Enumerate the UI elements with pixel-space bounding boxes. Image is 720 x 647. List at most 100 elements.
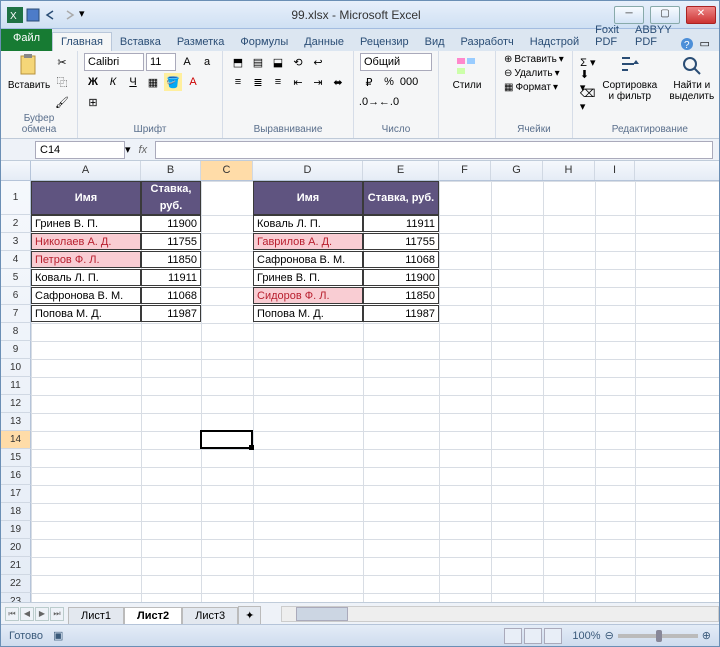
formula-input[interactable] [155, 141, 713, 159]
cell[interactable]: 11755 [141, 233, 201, 250]
cells-area[interactable]: ИмяСтавка, руб.Гринев В. П.11900Николаев… [31, 181, 719, 602]
cell[interactable]: 11900 [363, 269, 439, 286]
row-header-4[interactable]: 4 [1, 251, 31, 269]
select-all-corner[interactable] [1, 161, 31, 180]
tab-review[interactable]: Рецензир [352, 33, 417, 51]
sheet-nav-last[interactable]: ⏭ [50, 607, 64, 621]
fx-icon[interactable]: fx [139, 144, 148, 156]
orientation-icon[interactable]: ⟲ [289, 53, 307, 71]
col-header-C[interactable]: C [201, 161, 253, 180]
view-pagebreak[interactable] [544, 628, 562, 644]
cell[interactable]: 11068 [363, 251, 439, 268]
row-header-12[interactable]: 12 [1, 395, 31, 413]
cell[interactable]: 11900 [141, 215, 201, 232]
row-header-11[interactable]: 11 [1, 377, 31, 395]
namebox-dropdown-icon[interactable]: ▾ [125, 143, 131, 156]
row-header-16[interactable]: 16 [1, 467, 31, 485]
insert-cells[interactable]: ⊕Вставить ▾ [502, 53, 566, 66]
align-center-icon[interactable]: ≣ [249, 73, 267, 91]
clear-icon[interactable]: ⌫ ▾ [579, 91, 597, 109]
row-header-19[interactable]: 19 [1, 521, 31, 539]
row-header-18[interactable]: 18 [1, 503, 31, 521]
dec-decimal-icon[interactable]: ←.0 [380, 93, 398, 111]
percent-icon[interactable]: % [380, 73, 398, 91]
row-header-5[interactable]: 5 [1, 269, 31, 287]
shrink-font-icon[interactable]: a [198, 53, 216, 71]
align-right-icon[interactable]: ≡ [269, 73, 287, 91]
currency-icon[interactable]: ₽ [360, 73, 378, 91]
cell[interactable]: Ставка, руб. [141, 181, 201, 215]
undo-icon[interactable] [43, 7, 59, 23]
cell[interactable]: 11987 [141, 305, 201, 322]
styles-button[interactable]: Стили [445, 53, 489, 92]
cell[interactable]: 11850 [363, 287, 439, 304]
tab-view[interactable]: Вид [417, 33, 453, 51]
tab-home[interactable]: Главная [52, 32, 112, 51]
fill-color-icon[interactable]: 🪣 [164, 73, 182, 91]
cell[interactable]: Сафронова В. М. [253, 251, 363, 268]
indent-inc-icon[interactable]: ⇥ [309, 73, 327, 91]
col-header-I[interactable]: I [595, 161, 635, 180]
col-header-D[interactable]: D [253, 161, 363, 180]
italic-icon[interactable]: К [104, 73, 122, 91]
merge-icon[interactable]: ⬌ [329, 73, 347, 91]
underline-icon[interactable]: Ч [124, 73, 142, 91]
row-header-21[interactable]: 21 [1, 557, 31, 575]
tab-layout[interactable]: Разметка [169, 33, 233, 51]
file-tab[interactable]: Файл [1, 29, 52, 51]
horizontal-scrollbar[interactable] [281, 606, 719, 622]
row-header-14[interactable]: 14 [1, 431, 31, 449]
tab-abbyy[interactable]: ABBYY PDF [627, 21, 680, 51]
zoom-out[interactable]: ⊖ [605, 629, 614, 642]
sheet-tab-2[interactable]: Лист2 [124, 607, 182, 624]
format-cells[interactable]: ▦Формат ▾ [502, 81, 560, 94]
font-color-icon[interactable]: A [184, 73, 202, 91]
cell[interactable]: Попова М. Д. [31, 305, 141, 322]
help-icon[interactable]: ? [680, 37, 694, 51]
cell[interactable]: Имя [253, 181, 363, 215]
cell[interactable]: Петров Ф. Л. [31, 251, 141, 268]
tab-insert[interactable]: Вставка [112, 33, 169, 51]
zoom-slider[interactable] [618, 634, 698, 638]
zoom-in[interactable]: ⊕ [702, 629, 711, 642]
zoom-level[interactable]: 100% [572, 630, 600, 642]
ribbon-min-icon[interactable]: ▭ [700, 37, 714, 51]
close-button[interactable]: ✕ [686, 6, 716, 24]
col-header-H[interactable]: H [543, 161, 595, 180]
bold-icon[interactable]: Ж [84, 73, 102, 91]
name-box[interactable]: C14 [35, 141, 125, 159]
tab-dev[interactable]: Разработч [453, 33, 522, 51]
sheet-nav-prev[interactable]: ◀ [20, 607, 34, 621]
view-normal[interactable] [504, 628, 522, 644]
cell[interactable]: Попова М. Д. [253, 305, 363, 322]
view-pagelayout[interactable] [524, 628, 542, 644]
cell[interactable]: 11911 [363, 215, 439, 232]
sheet-nav-next[interactable]: ▶ [35, 607, 49, 621]
cell[interactable]: Сидоров Ф. Л. [253, 287, 363, 304]
macro-rec-icon[interactable]: ▣ [53, 629, 63, 642]
borders-icon[interactable]: ⊞ [84, 93, 102, 111]
row-header-1[interactable]: 1 [1, 181, 31, 215]
row-header-9[interactable]: 9 [1, 341, 31, 359]
row-header-7[interactable]: 7 [1, 305, 31, 323]
row-header-13[interactable]: 13 [1, 413, 31, 431]
sheet-tab-3[interactable]: Лист3 [182, 607, 238, 624]
col-header-G[interactable]: G [491, 161, 543, 180]
border-icon[interactable]: ▦ [144, 73, 162, 91]
row-header-8[interactable]: 8 [1, 323, 31, 341]
row-header-20[interactable]: 20 [1, 539, 31, 557]
wrap-icon[interactable]: ↩ [309, 53, 327, 71]
paste-button[interactable]: Вставить [7, 53, 51, 92]
number-format[interactable] [360, 53, 432, 71]
col-header-F[interactable]: F [439, 161, 491, 180]
row-header-2[interactable]: 2 [1, 215, 31, 233]
cut-icon[interactable]: ✂ [53, 53, 71, 71]
cell[interactable]: Сафронова В. М. [31, 287, 141, 304]
copy-icon[interactable]: ⿻ [53, 73, 71, 91]
cell[interactable]: Гринев В. П. [253, 269, 363, 286]
col-header-B[interactable]: B [141, 161, 201, 180]
align-left-icon[interactable]: ≡ [229, 73, 247, 91]
qat-more-icon[interactable]: ▾ [79, 7, 95, 23]
tab-data[interactable]: Данные [296, 33, 352, 51]
cell[interactable]: 11068 [141, 287, 201, 304]
